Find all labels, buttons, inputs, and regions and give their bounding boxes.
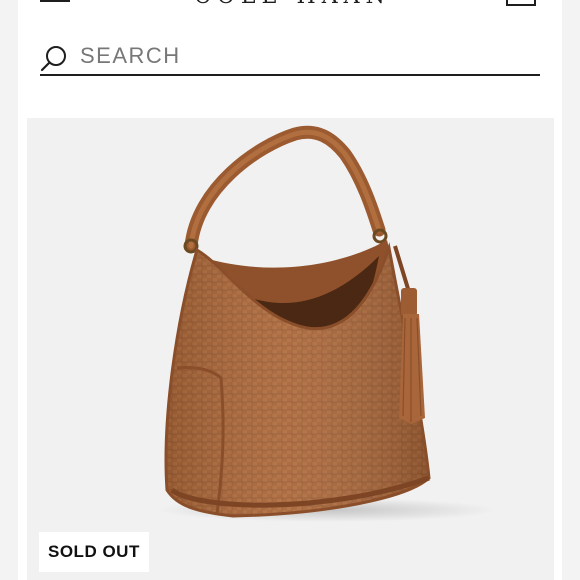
- page: COLE HAAN: [18, 0, 562, 580]
- hamburger-menu-icon[interactable]: [40, 0, 70, 4]
- product-card[interactable]: SOLD OUT: [27, 118, 554, 580]
- sold-out-badge: SOLD OUT: [39, 532, 149, 572]
- search-input[interactable]: [80, 42, 520, 70]
- brand-logo[interactable]: COLE HAAN: [194, 0, 394, 8]
- app-frame: COLE HAAN: [0, 0, 580, 580]
- search-icon[interactable]: [40, 44, 68, 72]
- shopping-bag-icon[interactable]: [506, 0, 536, 6]
- product-image[interactable]: [27, 118, 554, 580]
- search-bar[interactable]: [40, 38, 540, 76]
- site-header: COLE HAAN: [18, 0, 562, 24]
